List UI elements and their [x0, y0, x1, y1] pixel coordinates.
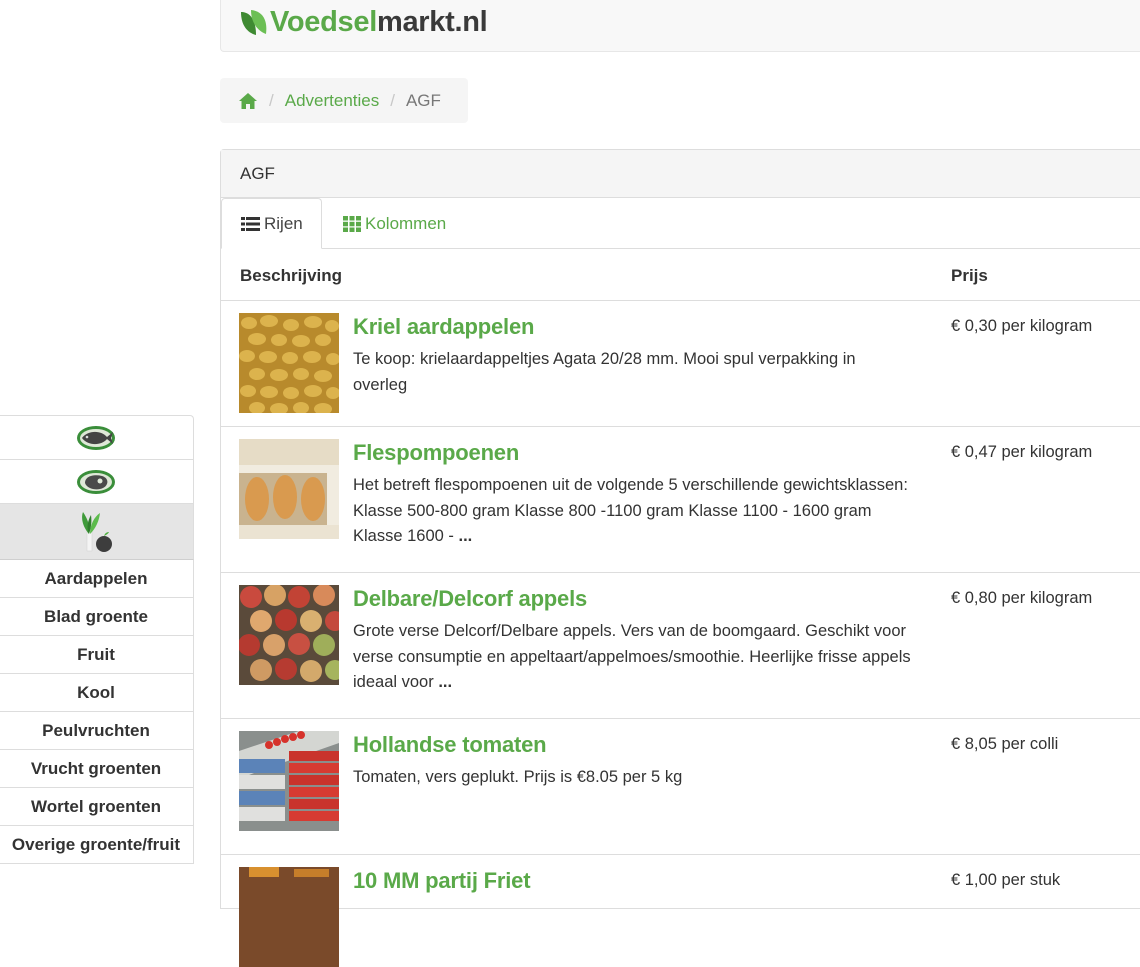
breadcrumb-separator: / [390, 90, 395, 110]
listing-title[interactable]: Flespompoenen [353, 440, 519, 466]
listing-description: Tomaten, vers geplukt. Prijs is €8.05 pe… [353, 765, 913, 791]
site-header: Voedselmarkt.nl [220, 0, 1140, 52]
listing-price: € 1,00 per stuk [951, 871, 1061, 889]
read-more-ellipsis: ... [438, 673, 453, 691]
listing-title[interactable]: Delbare/Delcorf appels [353, 586, 587, 612]
listing-title[interactable]: Hollandse tomaten [353, 732, 547, 758]
fries-image [239, 867, 339, 967]
category-fish[interactable] [0, 415, 194, 459]
listings-panel: AGF Rijen Kolommen Beschrijving Prijs Kr… [220, 149, 1140, 967]
column-header-description: Beschrijving [240, 266, 343, 285]
read-more-ellipsis: ... [458, 527, 473, 545]
listing-description-text: Te koop: krielaardappeltjes Agata 20/28 … [353, 350, 856, 394]
listing-image[interactable] [239, 439, 339, 539]
listing-title[interactable]: Kriel aardappelen [353, 314, 534, 340]
listing-description: Het betreft flespompoenen uit de volgend… [353, 473, 913, 550]
listing-image[interactable] [239, 313, 339, 413]
logo-text-primary: Voedsel [270, 6, 377, 38]
table-row[interactable]: Hollandse tomaten Tomaten, vers geplukt.… [221, 719, 1140, 855]
subcategory-fruit[interactable]: Fruit [0, 636, 194, 674]
subcategory-blad-groente[interactable]: Blad groente [0, 598, 194, 636]
tab-kolommen[interactable]: Kolommen [343, 198, 446, 249]
grid-icon [343, 215, 361, 232]
table-row[interactable]: Kriel aardappelen Te koop: krielaardappe… [221, 301, 1140, 427]
apples-image [239, 585, 339, 685]
listing-image[interactable] [239, 585, 339, 685]
breadcrumb-advertenties[interactable]: Advertenties [285, 91, 380, 111]
meat-icon [77, 469, 115, 494]
list-icon [241, 216, 260, 231]
column-header-price: Prijs [951, 266, 988, 285]
vegetable-fruit-icon [82, 511, 112, 552]
listing-description: Grote verse Delcorf/Delbare appels. Vers… [353, 619, 913, 696]
category-meat[interactable] [0, 459, 194, 503]
leaf-logo-icon [241, 9, 267, 35]
home-icon [239, 92, 257, 109]
subcategory-vrucht-groenten[interactable]: Vrucht groenten [0, 750, 194, 788]
tab-kolommen-label: Kolommen [365, 213, 447, 233]
panel-title: AGF [221, 150, 1140, 198]
listing-description: Te koop: krielaardappeltjes Agata 20/28 … [353, 347, 913, 398]
subcategory-wortel-groenten[interactable]: Wortel groenten [0, 788, 194, 826]
view-tabs: Rijen Kolommen [221, 198, 1140, 249]
table-header: Beschrijving Prijs [221, 249, 1140, 301]
listing-price: € 0,30 per kilogram [951, 317, 1093, 335]
category-sidebar: Aardappelen Blad groente Fruit Kool Peul… [0, 415, 194, 864]
tab-rijen-label: Rijen [264, 213, 303, 233]
subcategory-overige[interactable]: Overige groente/fruit [0, 826, 194, 864]
tomatoes-image [239, 731, 339, 831]
listing-price: € 0,80 per kilogram [951, 589, 1093, 607]
listing-description-text: Het betreft flespompoenen uit de volgend… [353, 476, 908, 545]
fish-icon [77, 425, 115, 450]
category-agf[interactable] [0, 503, 194, 560]
tab-rijen[interactable]: Rijen [221, 198, 322, 249]
listing-description-text: Grote verse Delcorf/Delbare appels. Vers… [353, 622, 911, 691]
logo-text-secondary: markt.nl [376, 6, 488, 38]
listing-price: € 8,05 per colli [951, 735, 1059, 753]
breadcrumb: / Advertenties / AGF [220, 78, 468, 123]
site-logo[interactable]: Voedselmarkt.nl [239, 6, 488, 39]
subcategory-aardappelen[interactable]: Aardappelen [0, 560, 194, 598]
table-row[interactable]: Flespompoenen Het betreft flespompoenen … [221, 427, 1140, 573]
breadcrumb-current: AGF [405, 90, 441, 110]
listing-title[interactable]: 10 MM partij Friet [353, 868, 531, 894]
listing-price: € 0,47 per kilogram [951, 443, 1093, 461]
subcategory-peulvruchten[interactable]: Peulvruchten [0, 712, 194, 750]
listing-image[interactable] [239, 867, 339, 967]
table-row[interactable]: Delbare/Delcorf appels Grote verse Delco… [221, 573, 1140, 719]
breadcrumb-separator: / [269, 90, 274, 110]
listing-image[interactable] [239, 731, 339, 831]
potatoes-image [239, 313, 339, 413]
breadcrumb-home-link[interactable] [238, 92, 258, 110]
butternut-squash-image [239, 439, 339, 539]
subcategory-kool[interactable]: Kool [0, 674, 194, 712]
listing-description-text: Tomaten, vers geplukt. Prijs is €8.05 pe… [353, 768, 683, 786]
table-row[interactable]: 10 MM partij Friet € 1,00 per stuk [221, 855, 1140, 967]
